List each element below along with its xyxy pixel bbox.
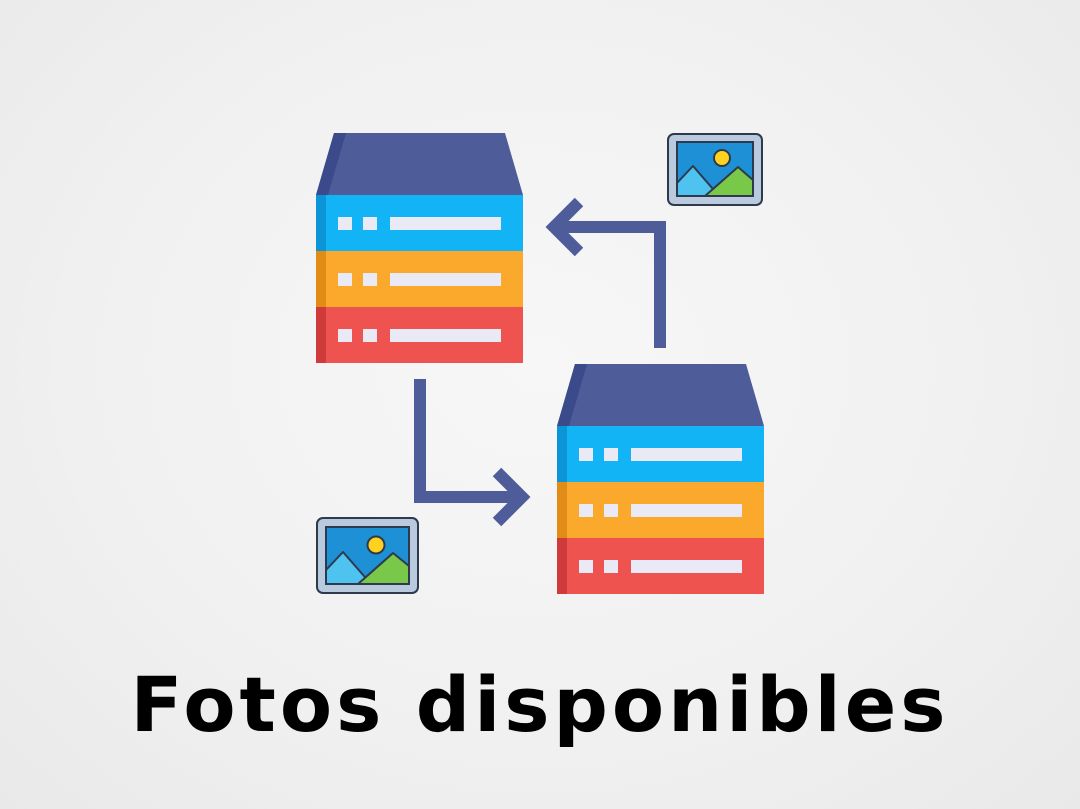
page-caption: Fotos disponibles bbox=[130, 660, 950, 749]
image-icon bbox=[316, 517, 419, 594]
arrow-elbow-left-icon bbox=[545, 197, 666, 348]
arrow-elbow-right-icon bbox=[414, 379, 531, 527]
image-icon bbox=[667, 133, 763, 206]
target-server-icon bbox=[557, 364, 764, 594]
source-server-icon bbox=[316, 133, 523, 363]
